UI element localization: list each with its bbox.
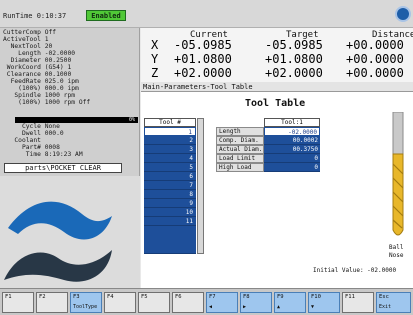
- ball-nose-endmill-icon: [392, 112, 404, 236]
- esc-exit-key[interactable]: Esc Exit: [376, 292, 411, 313]
- brand-logo-area: [0, 176, 140, 288]
- f10-down-arrow-key[interactable]: F10 ▼: [308, 292, 340, 313]
- dro-y-current: +01.0800: [174, 52, 232, 66]
- enabled-status-badge: Enabled: [86, 10, 126, 21]
- tool-list-item[interactable]: 6: [144, 172, 196, 181]
- right-arrow-icon: ▶: [243, 304, 247, 310]
- f4-key-label: F4: [107, 294, 114, 300]
- f8-right-arrow-key[interactable]: F8 ▶: [240, 292, 272, 313]
- tool-list-scrollbar[interactable]: [197, 118, 204, 254]
- dro-z-target: +02.0000: [265, 66, 323, 80]
- param-value-length[interactable]: -02.0000: [264, 127, 320, 136]
- down-arrow-icon: ▼: [311, 304, 315, 310]
- brand-logo-icon: [4, 201, 112, 282]
- dro-y-distance: +00.0000: [346, 52, 404, 66]
- param-label-high-load: High Load: [216, 163, 264, 172]
- f3-key-label: F3: [73, 294, 80, 300]
- param-value-comp-diam[interactable]: 00.0002: [264, 136, 320, 145]
- tool-list-item[interactable]: 3: [144, 145, 196, 154]
- tool-list-item[interactable]: 7: [144, 181, 196, 190]
- tool-list-item[interactable]: 2: [144, 136, 196, 145]
- f1-key-label: F1: [5, 294, 12, 300]
- tool-detail-header: Tool:1: [264, 118, 320, 127]
- tool-list-item[interactable]: 8: [144, 190, 196, 199]
- f5-key[interactable]: F5: [138, 292, 170, 313]
- tool-list-item[interactable]: 5: [144, 163, 196, 172]
- page-title: Tool Table: [245, 98, 306, 109]
- f7-key-label: F7: [209, 294, 216, 300]
- app-logo-icon: [395, 6, 411, 22]
- f10-key-label: F10: [311, 294, 321, 300]
- tool-column-header: Tool #: [144, 118, 196, 127]
- tool-list-item[interactable]: 9: [144, 199, 196, 208]
- tool-type-label: Ball Nose: [389, 244, 404, 259]
- dro-z-distance: +00.0000: [346, 66, 404, 80]
- part-file-name[interactable]: parts\POCKET CLEAR: [4, 163, 122, 173]
- param-value-load-limit[interactable]: 0: [264, 154, 320, 163]
- tool-list-item[interactable]: 4: [144, 154, 196, 163]
- param-value-high-load[interactable]: 0: [264, 163, 320, 172]
- f11-key-label: F11: [345, 294, 355, 300]
- dro-x-distance: +00.0000: [346, 38, 404, 52]
- param-label-load-limit: Load Limit: [216, 154, 264, 163]
- initial-value-label: Initial Value: -02.0000: [313, 267, 397, 274]
- dro-x-target: -05.0985: [265, 38, 323, 52]
- dro-y-target: +01.0800: [265, 52, 323, 66]
- dro-z-current: +02.0000: [174, 66, 232, 80]
- dro-x-current: -05.0985: [174, 38, 232, 52]
- param-label-actual-diam: Actual Diam.: [216, 145, 264, 154]
- f6-key[interactable]: F6: [172, 292, 204, 313]
- runtime-readout: RunTime 0:10:37: [3, 12, 67, 20]
- f8-key-label: F8: [243, 294, 250, 300]
- dro-axis-x: X: [151, 38, 159, 52]
- f1-key[interactable]: F1: [2, 292, 34, 313]
- left-arrow-icon: ◀: [209, 304, 213, 310]
- up-arrow-icon: ▲: [277, 304, 281, 310]
- tool-list-item[interactable]: 10: [144, 208, 196, 217]
- f9-key-label: F9: [277, 294, 284, 300]
- f9-up-arrow-key[interactable]: F9 ▲: [274, 292, 306, 313]
- param-label-length: Length: [216, 127, 264, 136]
- status-row-time: Time 8:19:23 AM: [3, 151, 83, 158]
- f6-key-label: F6: [175, 294, 182, 300]
- f4-key[interactable]: F4: [104, 292, 136, 313]
- esc-key-label: Esc: [379, 294, 389, 300]
- dro-axis-y: Y: [151, 52, 159, 66]
- f3-key-sub: ToolType: [73, 304, 98, 310]
- tool-list-empty: [144, 226, 196, 254]
- f3-tooltype-key[interactable]: F3 ToolType: [70, 292, 102, 313]
- f5-key-label: F5: [141, 294, 148, 300]
- status-row-spindle-override: (100%) 1000 rpm Off: [3, 99, 91, 106]
- dro-panel: Current Target Distance X -05.0985 -05.0…: [141, 28, 413, 82]
- progress-bar: 0%: [15, 117, 138, 123]
- f7-left-arrow-key[interactable]: F7 ◀: [206, 292, 238, 313]
- tool-list-item[interactable]: 1: [144, 127, 196, 136]
- param-value-actual-diam[interactable]: 00.3750: [264, 145, 320, 154]
- machine-status-panel: CutterComp Off ActiveTool 1 NextTool 20 …: [0, 28, 140, 176]
- dro-axis-z: Z: [151, 66, 159, 80]
- params-breadcrumb: Main-Parameters-Tool Table: [141, 82, 413, 92]
- f11-key[interactable]: F11: [342, 292, 374, 313]
- esc-key-sub: Exit: [379, 304, 392, 310]
- param-label-comp-diam: Comp. Diam.: [216, 136, 264, 145]
- tool-list-item[interactable]: 11: [144, 217, 196, 226]
- f2-key[interactable]: F2: [36, 292, 68, 313]
- f2-key-label: F2: [39, 294, 46, 300]
